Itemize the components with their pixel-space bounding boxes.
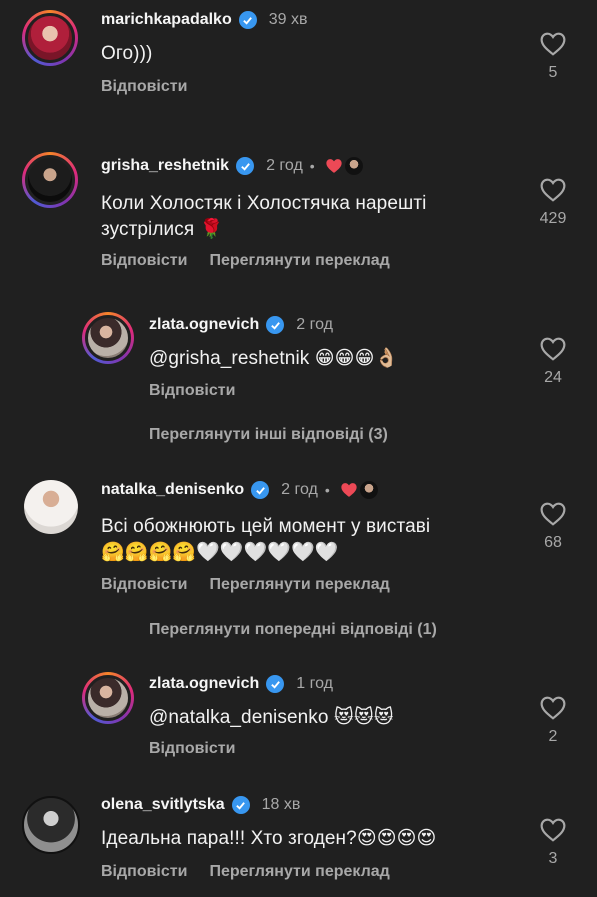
comment-text: Ідеальна пара!!! Хто згоден?😍😍😍😍 xyxy=(101,828,437,849)
heart-icon xyxy=(540,32,566,56)
comment-olena-svitlytska: olena_svitlytska 18 хв Ідеальна пара!!! … xyxy=(0,792,597,897)
reply-button[interactable]: Відповісти xyxy=(101,576,187,594)
comment-text-line: Всі обожнюють цей момент у виставі xyxy=(101,516,431,537)
timestamp: 18 хв xyxy=(261,796,301,813)
separator-dot: • xyxy=(324,482,330,498)
reply-button[interactable]: Відповісти xyxy=(101,78,187,96)
see-translation-button[interactable]: Переглянути переклад xyxy=(209,576,389,594)
verified-badge-icon xyxy=(266,316,285,334)
like-button[interactable]: 5 xyxy=(533,32,573,82)
timestamp: 2 год xyxy=(281,481,318,498)
username[interactable]: marichkapadalko xyxy=(101,11,232,29)
verified-badge-icon xyxy=(236,157,255,175)
verified-badge-icon xyxy=(266,675,285,693)
like-button[interactable]: 68 xyxy=(533,502,573,552)
like-count: 429 xyxy=(539,210,567,227)
avatar[interactable] xyxy=(22,796,80,854)
reply-button[interactable]: Відповісти xyxy=(101,252,187,270)
author-avatar-icon xyxy=(344,157,363,175)
comment-text-line: Коли Холостяк і Холостячка нарешті xyxy=(101,193,427,214)
like-count: 2 xyxy=(548,728,558,745)
comment-text: Ого))) xyxy=(101,43,153,64)
reply-button[interactable]: Відповісти xyxy=(101,863,187,881)
view-other-replies-button[interactable]: Переглянути інші відповіді (3) xyxy=(149,426,388,444)
liked-by-author-heart-icon xyxy=(325,158,343,174)
avatar[interactable] xyxy=(82,672,134,724)
see-translation-button[interactable]: Переглянути переклад xyxy=(209,252,389,270)
heart-icon xyxy=(540,502,566,526)
reply-button[interactable]: Відповісти xyxy=(149,740,235,758)
heart-icon xyxy=(540,178,566,202)
like-button[interactable]: 429 xyxy=(533,178,573,228)
heart-icon xyxy=(540,818,566,842)
comment-grisha-reshetnik: grisha_reshetnik 2 год • Коли Холостяк і… xyxy=(0,150,597,280)
avatar[interactable] xyxy=(24,480,78,534)
verified-badge-icon xyxy=(238,11,257,29)
avatar[interactable] xyxy=(82,312,134,364)
like-count: 5 xyxy=(548,64,558,81)
like-button[interactable]: 3 xyxy=(533,818,573,868)
verified-badge-icon xyxy=(251,481,270,499)
author-avatar-icon xyxy=(359,481,378,499)
comment-text: Всі обожнюють цей момент у виставі 🤗🤗🤗🤗🤍… xyxy=(101,514,430,566)
reply-button[interactable]: Відповісти xyxy=(149,382,235,400)
like-button[interactable]: 24 xyxy=(533,337,573,387)
username[interactable]: olena_svitlytska xyxy=(101,796,225,814)
heart-icon xyxy=(540,337,566,361)
comment-natalka-denisenko: natalka_denisenko 2 год • Всі обожнюють … xyxy=(0,476,597,646)
comment-text: @grisha_reshetnik 😁😁😁👌🏼 xyxy=(149,348,399,369)
liked-by-author-heart-icon xyxy=(340,482,358,498)
comment-marichkapadalko: marichkapadalko 39 хв Ого))) Відповісти … xyxy=(0,0,597,110)
like-count: 68 xyxy=(544,534,562,551)
comment-text-line: зустрілися 🌹 xyxy=(101,219,224,240)
see-translation-button[interactable]: Переглянути переклад xyxy=(209,863,389,881)
comment-text: @natalka_denisenko 😻😻😻 xyxy=(149,707,394,728)
comment-text: Коли Холостяк і Холостячка нарешті зустр… xyxy=(101,191,426,243)
avatar[interactable] xyxy=(22,10,78,66)
timestamp: 39 хв xyxy=(268,11,308,28)
heart-icon xyxy=(540,696,566,720)
view-previous-replies-button[interactable]: Переглянути попередні відповіді (1) xyxy=(149,621,437,639)
like-button[interactable]: 2 xyxy=(533,696,573,746)
timestamp: 2 год xyxy=(266,157,303,174)
like-count: 24 xyxy=(544,369,562,386)
timestamp: 2 год xyxy=(296,316,333,333)
username[interactable]: natalka_denisenko xyxy=(101,481,244,499)
comment-text-line: 🤗🤗🤗🤗🤍🤍🤍🤍🤍🤍 xyxy=(101,542,339,563)
reply-zlata-ognevich: zlata.ognevich 2 год @grisha_reshetnik 😁… xyxy=(0,310,597,460)
username[interactable]: zlata.ognevich xyxy=(149,675,259,693)
timestamp: 1 год xyxy=(296,675,333,692)
verified-badge-icon xyxy=(231,796,250,814)
reply-zlata-ognevich: zlata.ognevich 1 год @natalka_denisenko … xyxy=(0,670,597,770)
like-count: 3 xyxy=(548,850,558,867)
username[interactable]: zlata.ognevich xyxy=(149,316,259,334)
avatar[interactable] xyxy=(22,152,78,208)
username[interactable]: grisha_reshetnik xyxy=(101,157,229,175)
separator-dot: • xyxy=(309,158,315,174)
